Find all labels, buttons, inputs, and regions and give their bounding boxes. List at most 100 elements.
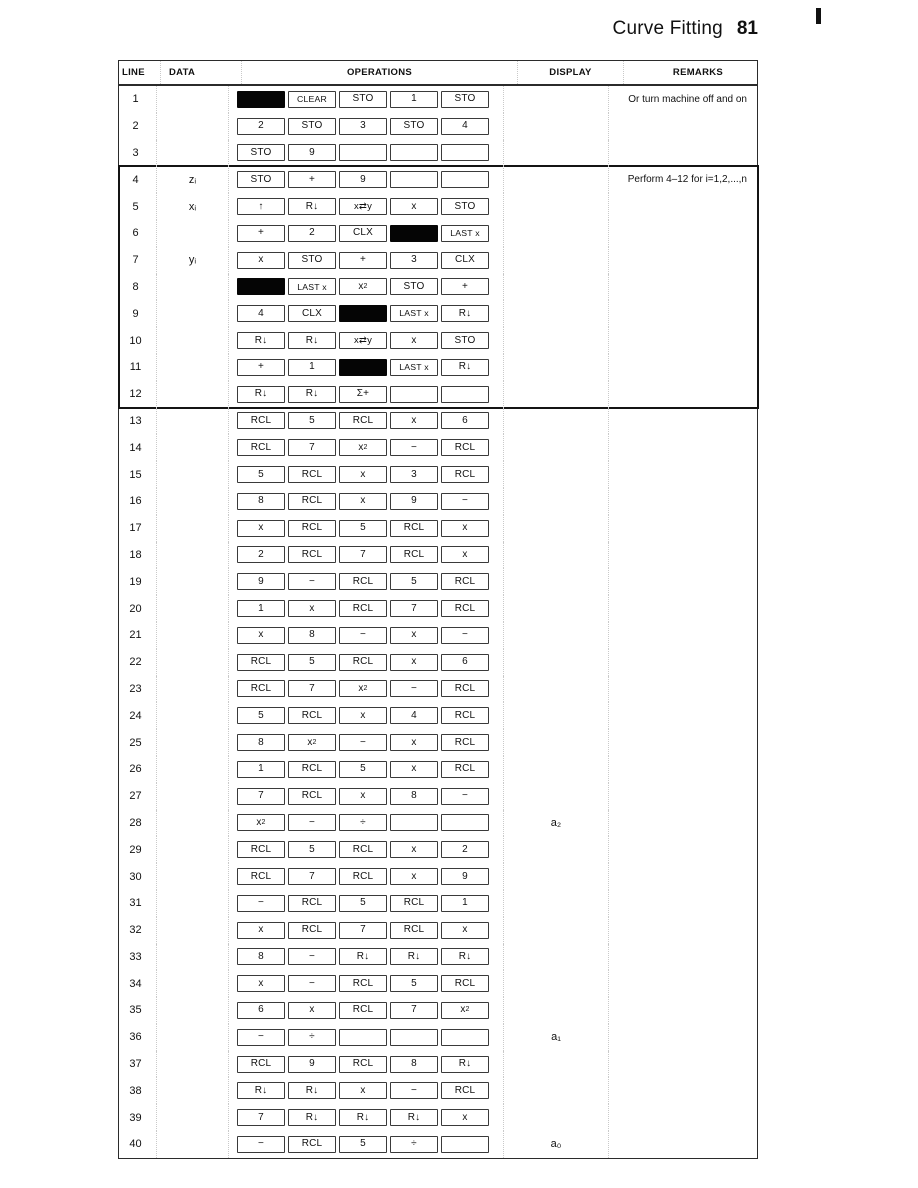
column-header-line: LINE: [119, 61, 161, 84]
key-x: x: [441, 1109, 489, 1127]
cell-data-label: [157, 434, 229, 462]
cell-operations: LAST x x 2 STO +: [229, 273, 504, 301]
cell-data-label: [157, 86, 229, 113]
cell-line-number: 1: [119, 86, 157, 113]
key-5: 5: [390, 975, 438, 993]
key-clx: CLX: [441, 251, 489, 269]
key-rcl: RCL: [441, 975, 489, 993]
cell-line-number: 18: [119, 541, 157, 569]
cell-display: [504, 273, 609, 301]
key-: +: [339, 251, 387, 269]
cell-remarks: [609, 890, 757, 917]
key-blacked-out: [237, 90, 285, 108]
cell-data-label: [157, 300, 229, 328]
key-2: 2: [237, 117, 285, 135]
key-7: 7: [237, 1109, 285, 1127]
cell-operations: − RCL 5 ÷: [229, 1131, 504, 1158]
cell-display: [504, 782, 609, 810]
cell-operations: +1 LAST x R↓: [229, 353, 504, 381]
cell-data-label: [157, 889, 229, 917]
key-8: 8: [288, 626, 336, 644]
cell-display: [504, 621, 609, 649]
cell-line-number: 23: [119, 675, 157, 703]
key-rcl: RCL: [390, 519, 438, 537]
cell-display: [504, 836, 609, 864]
key-rdown: R↓: [288, 1082, 336, 1100]
key-rcl: RCL: [288, 787, 336, 805]
table-row: 15 5 RCL x 3 RCL: [119, 461, 757, 488]
key-6: 6: [441, 412, 489, 430]
cell-display: [504, 353, 609, 381]
key-x: x: [237, 975, 285, 993]
key-rcl: RCL: [441, 760, 489, 778]
cell-remarks: [609, 247, 757, 274]
cell-data-label: [157, 595, 229, 622]
key-: +: [288, 171, 336, 189]
table-row: 19 9− RCL 5 RCL: [119, 568, 757, 596]
cell-data-label: [157, 675, 229, 703]
cell-line-number: 5: [119, 193, 157, 220]
cell-line-number: 19: [119, 568, 157, 596]
key-5: 5: [339, 894, 387, 912]
table-row: 38 R↓ R↓ x − RCL: [119, 1077, 757, 1105]
key-rcl: RCL: [441, 680, 489, 698]
cell-remarks: [609, 515, 757, 542]
cell-display: [504, 997, 609, 1024]
cell-data-label: [157, 836, 229, 864]
key-rcl: RCL: [339, 975, 387, 993]
cell-data-label: [157, 568, 229, 596]
cell-display: [504, 461, 609, 488]
cell-operations: x 2− ÷: [229, 809, 504, 837]
key-rdown: R↓: [288, 385, 336, 403]
cell-display: a₀: [504, 1131, 609, 1158]
key-8: 8: [390, 787, 438, 805]
cell-display: [504, 541, 609, 569]
key-8: 8: [237, 948, 285, 966]
cell-data-label: [157, 514, 229, 542]
key-rcl: RCL: [339, 573, 387, 591]
key-minus: −: [441, 787, 489, 805]
cell-line-number: 33: [119, 943, 157, 971]
cell-operations: 6 x RCL 7 x 2: [229, 997, 504, 1024]
cell-remarks: [609, 810, 757, 837]
table-row: 5 xᵢ ↑ R↓ x⇄y x STO: [119, 193, 757, 220]
cell-line-number: 35: [119, 997, 157, 1024]
key-x: x: [390, 653, 438, 671]
key-x: x: [441, 921, 489, 939]
cell-operations: − ÷: [229, 1023, 504, 1051]
table-row: 28 x 2− ÷ a₂: [119, 809, 757, 837]
cell-display: [504, 970, 609, 998]
cell-line-number: 11: [119, 353, 157, 381]
cell-operations: RCL 5 RCL x 6: [229, 648, 504, 676]
table-row: 31− RCL 5 RCL 1: [119, 889, 757, 917]
key-rcl: RCL: [339, 1001, 387, 1019]
key-x: x: [237, 626, 285, 644]
cell-remarks: [609, 1051, 757, 1078]
cell-line-number: 40: [119, 1131, 157, 1158]
cell-remarks: [609, 997, 757, 1024]
key-minus: −: [390, 1082, 438, 1100]
table-row: 27 7 RCL x 8−: [119, 782, 757, 810]
key-minus: −: [288, 948, 336, 966]
crop-mark: [816, 8, 821, 24]
cell-display: [504, 1104, 609, 1132]
key-rcl: RCL: [237, 868, 285, 885]
cell-data-label: [157, 1023, 229, 1051]
key-9: 9: [390, 492, 438, 510]
cell-display: a₂: [504, 809, 609, 837]
cell-display: [504, 595, 609, 622]
key-x: x: [339, 707, 387, 725]
key-rcl: RCL: [441, 600, 489, 618]
key-x: x: [237, 519, 285, 537]
key-x: x: [390, 734, 438, 752]
key-rcl: RCL: [339, 841, 387, 859]
cell-remarks: [609, 140, 757, 167]
cell-data-label: [157, 273, 229, 301]
cell-operations: x STO +3 CLX: [229, 246, 504, 274]
cell-operations: STO 9: [229, 139, 504, 167]
cell-operations: − RCL 5 RCL 1: [229, 889, 504, 917]
key-x: x: [339, 466, 387, 484]
cell-data-label: [157, 327, 229, 354]
key-empty: [390, 385, 438, 403]
key-rdown: R↓: [441, 305, 489, 323]
